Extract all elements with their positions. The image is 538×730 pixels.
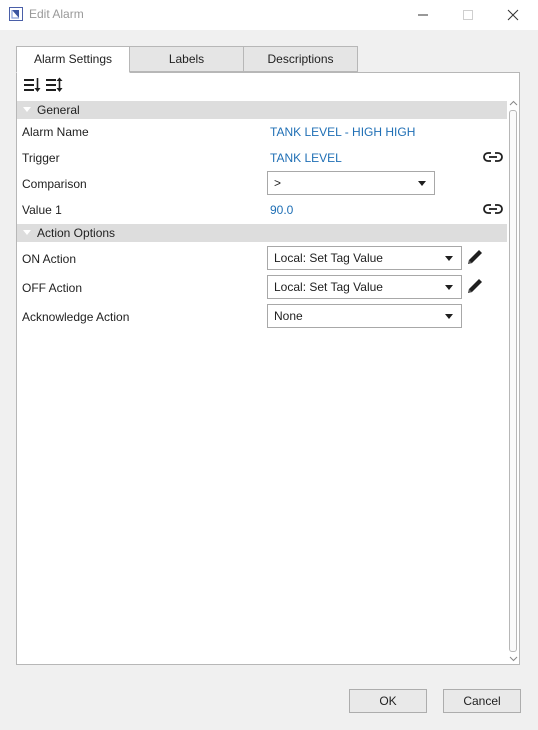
off-action-dropdown[interactable]: Local: Set Tag Value xyxy=(267,275,462,299)
dropdown-arrow-icon xyxy=(418,181,426,186)
value1-value[interactable]: 90.0 xyxy=(270,203,293,217)
acknowledge-action-dropdown[interactable]: None xyxy=(267,304,462,328)
property-grid-panel: General Alarm Name TANK LEVEL - HIGH HIG… xyxy=(16,72,520,665)
edit-pencil-icon[interactable] xyxy=(465,247,485,267)
property-grid: General Alarm Name TANK LEVEL - HIGH HIG… xyxy=(17,97,507,665)
category-label: General xyxy=(37,103,80,117)
tab-descriptions[interactable]: Descriptions xyxy=(243,46,358,72)
category-label: Action Options xyxy=(37,226,116,240)
property-row-on-action[interactable]: ON Action Local: Set Tag Value xyxy=(17,245,507,271)
property-toolbar xyxy=(17,73,519,97)
tab-alarm-settings[interactable]: Alarm Settings xyxy=(16,46,130,73)
category-action-options[interactable]: Action Options xyxy=(17,224,507,242)
collapse-triangle-icon[interactable] xyxy=(23,230,31,235)
property-label: Value 1 xyxy=(22,203,62,217)
tab-labels[interactable]: Labels xyxy=(129,46,244,72)
dropdown-value: Local: Set Tag Value xyxy=(274,251,383,265)
property-row-comparison[interactable]: Comparison > xyxy=(17,171,507,197)
minimize-button[interactable] xyxy=(400,0,446,30)
dropdown-arrow-icon xyxy=(445,256,453,261)
property-row-value1[interactable]: Value 1 90.0 xyxy=(17,197,507,223)
vertical-scrollbar[interactable] xyxy=(507,97,520,667)
cancel-button[interactable]: Cancel xyxy=(443,689,521,713)
property-row-acknowledge-action[interactable]: Acknowledge Action None xyxy=(17,303,507,329)
category-general[interactable]: General xyxy=(17,101,507,119)
maximize-button[interactable] xyxy=(445,0,491,30)
window-title: Edit Alarm xyxy=(29,7,84,21)
property-label: ON Action xyxy=(22,252,77,266)
dropdown-value: > xyxy=(274,176,282,190)
sort-categorized-icon[interactable] xyxy=(23,77,41,93)
link-icon[interactable] xyxy=(483,202,503,216)
scrollbar-thumb[interactable] xyxy=(509,110,517,652)
edit-pencil-icon[interactable] xyxy=(465,276,485,296)
dropdown-arrow-icon xyxy=(445,285,453,290)
dropdown-value: None xyxy=(274,309,303,323)
maximize-icon xyxy=(463,10,473,20)
property-label: Alarm Name xyxy=(22,125,89,139)
sort-alphabetical-icon[interactable] xyxy=(45,77,63,93)
minimize-icon xyxy=(418,14,428,16)
scroll-up-icon[interactable] xyxy=(509,99,518,108)
close-button[interactable] xyxy=(490,0,536,30)
on-action-dropdown[interactable]: Local: Set Tag Value xyxy=(267,246,462,270)
close-icon xyxy=(507,9,519,21)
alarm-name-value[interactable]: TANK LEVEL - HIGH HIGH xyxy=(270,125,415,139)
dialog-body: Alarm Settings Labels Descriptions Gener… xyxy=(0,30,538,730)
property-row-trigger[interactable]: Trigger TANK LEVEL xyxy=(17,145,507,171)
property-row-off-action[interactable]: OFF Action Local: Set Tag Value xyxy=(17,274,507,300)
property-row-alarm-name[interactable]: Alarm Name TANK LEVEL - HIGH HIGH xyxy=(17,119,507,145)
title-bar: Edit Alarm xyxy=(0,0,538,30)
dropdown-value: Local: Set Tag Value xyxy=(274,280,383,294)
app-icon xyxy=(9,7,23,21)
scroll-down-icon[interactable] xyxy=(509,654,518,663)
property-label: Comparison xyxy=(22,177,87,191)
property-label: Trigger xyxy=(22,151,60,165)
link-icon[interactable] xyxy=(483,150,503,164)
property-label: OFF Action xyxy=(22,281,83,295)
trigger-value[interactable]: TANK LEVEL xyxy=(270,151,342,165)
dropdown-arrow-icon xyxy=(445,314,453,319)
collapse-triangle-icon[interactable] xyxy=(23,107,31,112)
ok-button[interactable]: OK xyxy=(349,689,427,713)
comparison-dropdown[interactable]: > xyxy=(267,171,435,195)
property-label: Acknowledge Action xyxy=(22,310,130,324)
